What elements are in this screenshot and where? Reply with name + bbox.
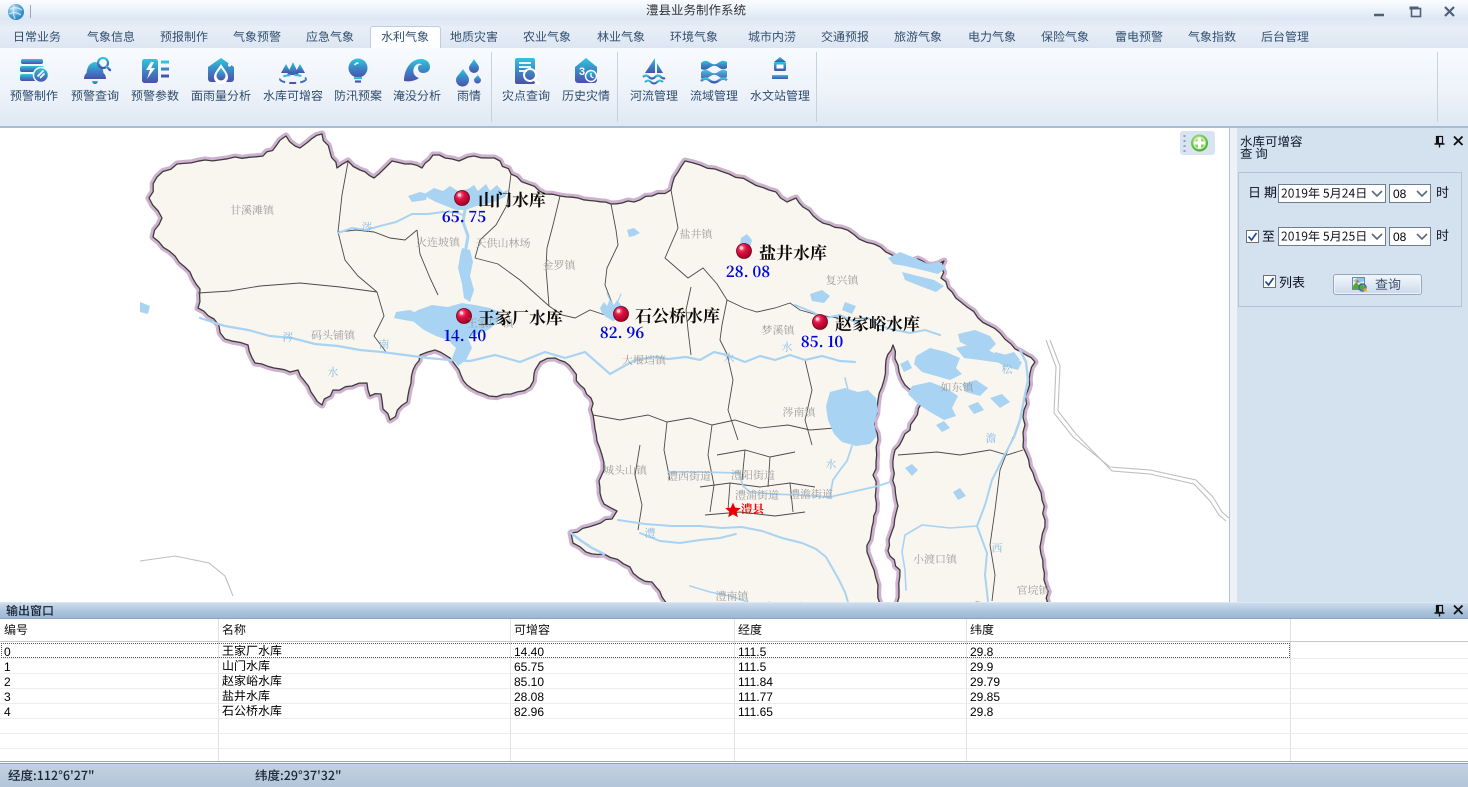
svg-text:3: 3 — [579, 66, 585, 78]
